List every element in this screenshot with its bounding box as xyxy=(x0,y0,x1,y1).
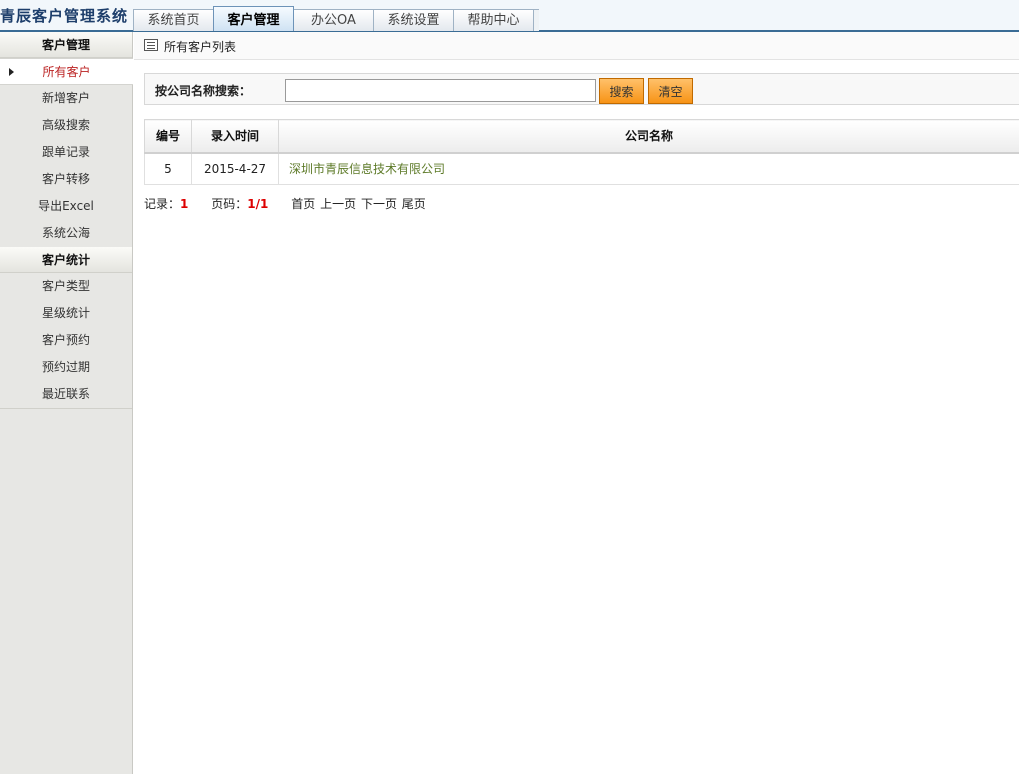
clear-button[interactable]: 清空 xyxy=(648,78,693,104)
pagination: 记录：1 页码：1/1 首页 上一页 下一页 尾页 xyxy=(144,195,427,212)
sidebar-group-customer-stats: 客户统计 客户类型 星级统计 客户预约 预约过期 最近联系 xyxy=(0,247,132,409)
table-row: 5 2015-4-27 深圳市青辰信息技术有限公司 xyxy=(144,152,1019,185)
records-label: 记录： xyxy=(144,197,181,211)
sidebar-item-export-excel[interactable]: 导出Excel xyxy=(0,193,132,220)
sidebar-item-recent-contacts[interactable]: 最近联系 xyxy=(0,381,132,408)
cell-entry-time: 2015-4-27 xyxy=(191,152,279,185)
sidebar-item-label: 所有客户 xyxy=(42,65,91,79)
triangle-right-icon xyxy=(9,68,14,76)
column-header-company-name[interactable]: 公司名称 xyxy=(278,119,1019,154)
sidebar-group-title: 客户管理 xyxy=(0,32,132,58)
records-count: 1 xyxy=(180,197,189,211)
search-label: 按公司名称搜索： xyxy=(155,84,252,98)
page-number: 1/1 xyxy=(247,197,269,211)
sidebar-item-star-stats[interactable]: 星级统计 xyxy=(0,300,132,327)
list-icon xyxy=(144,39,158,51)
sidebar-item-all-customers[interactable]: 所有客户 xyxy=(0,58,133,85)
sidebar-item-customer-transfer[interactable]: 客户转移 xyxy=(0,166,132,193)
sidebar: 客户管理 所有客户 新增客户 高级搜索 跟单记录 客户转移 导出Excel 系统… xyxy=(0,32,133,774)
tab-home[interactable]: 系统首页 xyxy=(133,9,214,31)
page-header: 所有客户列表 xyxy=(134,32,1019,60)
column-header-id[interactable]: 编号 xyxy=(144,119,192,154)
sidebar-item-appointments[interactable]: 客户预约 xyxy=(0,327,132,354)
table-header-row: 编号 录入时间 公司名称 xyxy=(144,119,1019,154)
tabs-end xyxy=(533,9,539,31)
app-title: 青辰客户管理系统 xyxy=(0,7,129,25)
first-page-link[interactable]: 首页 xyxy=(291,197,315,211)
page-title: 所有客户列表 xyxy=(164,40,237,54)
customer-table: 编号 录入时间 公司名称 5 2015-4-27 深圳市青辰信息技术有限公司 xyxy=(144,119,1019,185)
tab-system-settings[interactable]: 系统设置 xyxy=(373,9,454,31)
top-bar: 青辰客户管理系统 系统首页 客户管理 办公OA 系统设置 帮助中心 xyxy=(0,0,1019,32)
sidebar-group-customer-management: 客户管理 所有客户 新增客户 高级搜索 跟单记录 客户转移 导出Excel 系统… xyxy=(0,32,133,247)
page-label: 页码： xyxy=(211,197,248,211)
main-content: 所有客户列表 按公司名称搜索： 搜索 清空 编号 录入时间 公司名称 5 201… xyxy=(134,32,1019,774)
sidebar-item-customer-types[interactable]: 客户类型 xyxy=(0,273,132,300)
tab-help-center[interactable]: 帮助中心 xyxy=(453,9,534,31)
sidebar-item-advanced-search[interactable]: 高级搜索 xyxy=(0,112,132,139)
sidebar-item-follow-records[interactable]: 跟单记录 xyxy=(0,139,132,166)
company-name-search-input[interactable] xyxy=(285,79,596,102)
next-page-link[interactable]: 下一页 xyxy=(361,197,397,211)
sidebar-item-new-customer[interactable]: 新增客户 xyxy=(0,85,132,112)
main-tabs: 系统首页 客户管理 办公OA 系统设置 帮助中心 xyxy=(133,6,539,31)
last-page-link[interactable]: 尾页 xyxy=(402,197,426,211)
search-button[interactable]: 搜索 xyxy=(599,78,644,104)
prev-page-link[interactable]: 上一页 xyxy=(320,197,356,211)
search-bar: 按公司名称搜索： 搜索 清空 xyxy=(144,73,1019,105)
sidebar-item-public-pool[interactable]: 系统公海 xyxy=(0,220,132,247)
cell-company-name-link[interactable]: 深圳市青辰信息技术有限公司 xyxy=(278,152,1019,185)
sidebar-item-expired-appointments[interactable]: 预约过期 xyxy=(0,354,132,381)
tab-office-oa[interactable]: 办公OA xyxy=(293,9,374,31)
sidebar-group-title: 客户统计 xyxy=(0,247,132,273)
tab-customer-management[interactable]: 客户管理 xyxy=(213,6,294,31)
cell-id: 5 xyxy=(144,152,192,185)
column-header-entry-time[interactable]: 录入时间 xyxy=(191,119,279,154)
